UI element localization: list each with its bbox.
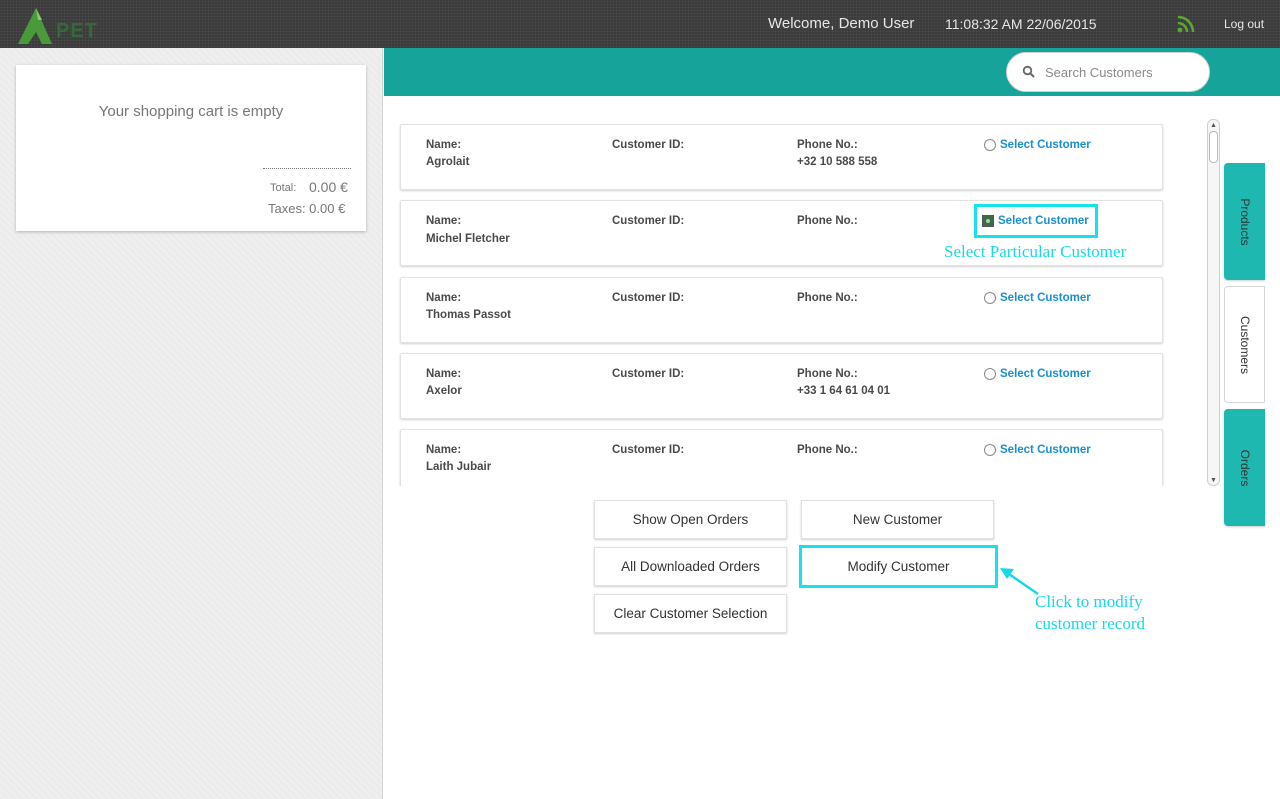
customer-name: Axelor <box>426 385 462 397</box>
modify-annotation-line2: customer record <box>1035 614 1145 633</box>
radio-button[interactable] <box>984 139 996 151</box>
radio-button[interactable] <box>984 368 996 380</box>
search-icon <box>1022 65 1035 78</box>
scroll-up-icon[interactable]: ▲ <box>1210 122 1217 129</box>
customer-id-label: Customer ID: <box>612 368 685 380</box>
tab-products-label: Products <box>1237 197 1252 246</box>
cart-total-value: 0.00 € <box>309 179 348 195</box>
customer-id-label: Customer ID: <box>612 139 685 151</box>
phone-label: Phone No.: <box>797 368 858 380</box>
customer-name: Thomas Passot <box>426 309 511 321</box>
select-customer-label[interactable]: Select Customer <box>1000 292 1091 304</box>
phone-label: Phone No.: <box>797 215 858 227</box>
new-customer-button[interactable]: New Customer <box>801 500 994 539</box>
radio-button[interactable] <box>984 444 996 456</box>
modify-customer-button[interactable]: Modify Customer <box>799 545 998 588</box>
modify-annotation-line1: Click to modify <box>1035 592 1143 611</box>
modify-annotation: Click to modify customer record <box>1035 591 1145 635</box>
scroll-down-icon[interactable]: ▼ <box>1210 477 1217 484</box>
customer-name: Laith Jubair <box>426 461 492 473</box>
name-label: Name: <box>426 215 462 227</box>
select-customer-label[interactable]: Select Customer <box>998 215 1089 227</box>
select-annotation: Select Particular Customer <box>944 242 1127 261</box>
customer-card: Name: Laith Jubair Customer ID: Phone No… <box>400 429 1163 486</box>
customer-card: Name: Axelor Customer ID: Phone No.: +33… <box>400 353 1163 419</box>
left-pane: Your shopping cart is empty Total: 0.00 … <box>0 48 383 799</box>
scroll-thumb[interactable] <box>1209 131 1218 163</box>
all-downloaded-orders-button[interactable]: All Downloaded Orders <box>594 547 787 586</box>
tab-orders-label: Orders <box>1237 449 1252 486</box>
select-customer-radio[interactable]: Select Customer <box>984 366 1091 382</box>
show-open-orders-button[interactable]: Show Open Orders <box>594 500 787 539</box>
customer-phone: +33 1 64 61 04 01 <box>797 385 891 397</box>
logout-link[interactable]: Log out <box>1224 17 1264 31</box>
rss-icon[interactable] <box>1176 14 1196 34</box>
customer-list[interactable]: Name: Agrolait Customer ID: Phone No.: +… <box>396 116 1170 486</box>
customer-card: Name: Agrolait Customer ID: Phone No.: +… <box>400 124 1163 190</box>
tab-customers[interactable]: Customers <box>1224 286 1265 403</box>
cart-divider <box>263 168 351 169</box>
top-bar: PET Welcome, Demo User 11:08:32 AM 22/06… <box>0 0 1280 48</box>
radio-button-selected[interactable] <box>982 215 994 227</box>
customer-id-label: Customer ID: <box>612 292 685 304</box>
tab-products[interactable]: Products <box>1224 163 1265 280</box>
name-label: Name: <box>426 292 462 304</box>
clear-customer-selection-button[interactable]: Clear Customer Selection <box>594 594 787 633</box>
shopping-cart: Your shopping cart is empty Total: 0.00 … <box>16 65 366 231</box>
select-customer-radio[interactable]: Select Customer <box>984 137 1091 153</box>
name-label: Name: <box>426 139 462 151</box>
select-customer-label[interactable]: Select Customer <box>1000 368 1091 380</box>
customer-card: Name: Thomas Passot Customer ID: Phone N… <box>400 277 1163 343</box>
welcome-text: Welcome, Demo User <box>768 15 915 32</box>
name-label: Name: <box>426 368 462 380</box>
customer-id-label: Customer ID: <box>612 444 685 456</box>
app-logo: PET <box>16 6 106 46</box>
customer-card: Name: Michel Fletcher Customer ID: Phone… <box>400 200 1163 266</box>
select-customer-label[interactable]: Select Customer <box>1000 139 1091 151</box>
logo-text: PET <box>56 20 98 42</box>
cart-taxes: Taxes: 0.00 € <box>268 201 346 216</box>
select-customer-label[interactable]: Select Customer <box>1000 444 1091 456</box>
select-customer-radio[interactable]: Select Customer <box>984 442 1091 458</box>
phone-label: Phone No.: <box>797 139 858 151</box>
customer-name: Agrolait <box>426 156 470 168</box>
tab-customers-label: Customers <box>1237 315 1252 374</box>
search-input[interactable] <box>1045 62 1195 82</box>
search-header <box>384 48 1280 96</box>
phone-label: Phone No.: <box>797 444 858 456</box>
select-customer-radio[interactable]: Select Customer <box>982 213 1089 229</box>
select-customer-radio[interactable]: Select Customer <box>984 290 1091 306</box>
customer-name: Michel Fletcher <box>426 233 510 245</box>
name-label: Name: <box>426 444 462 456</box>
search-box[interactable] <box>1006 52 1210 92</box>
customer-list-scrollbar[interactable]: ▲ ▼ <box>1207 119 1220 486</box>
phone-label: Phone No.: <box>797 292 858 304</box>
datetime-display: 11:08:32 AM 22/06/2015 <box>945 16 1097 32</box>
radio-button[interactable] <box>984 292 996 304</box>
tab-orders[interactable]: Orders <box>1224 409 1265 526</box>
cart-total-label: Total: <box>270 182 297 194</box>
cart-empty-message: Your shopping cart is empty <box>98 103 284 120</box>
customer-phone: +32 10 588 558 <box>797 156 878 168</box>
customer-id-label: Customer ID: <box>612 215 685 227</box>
